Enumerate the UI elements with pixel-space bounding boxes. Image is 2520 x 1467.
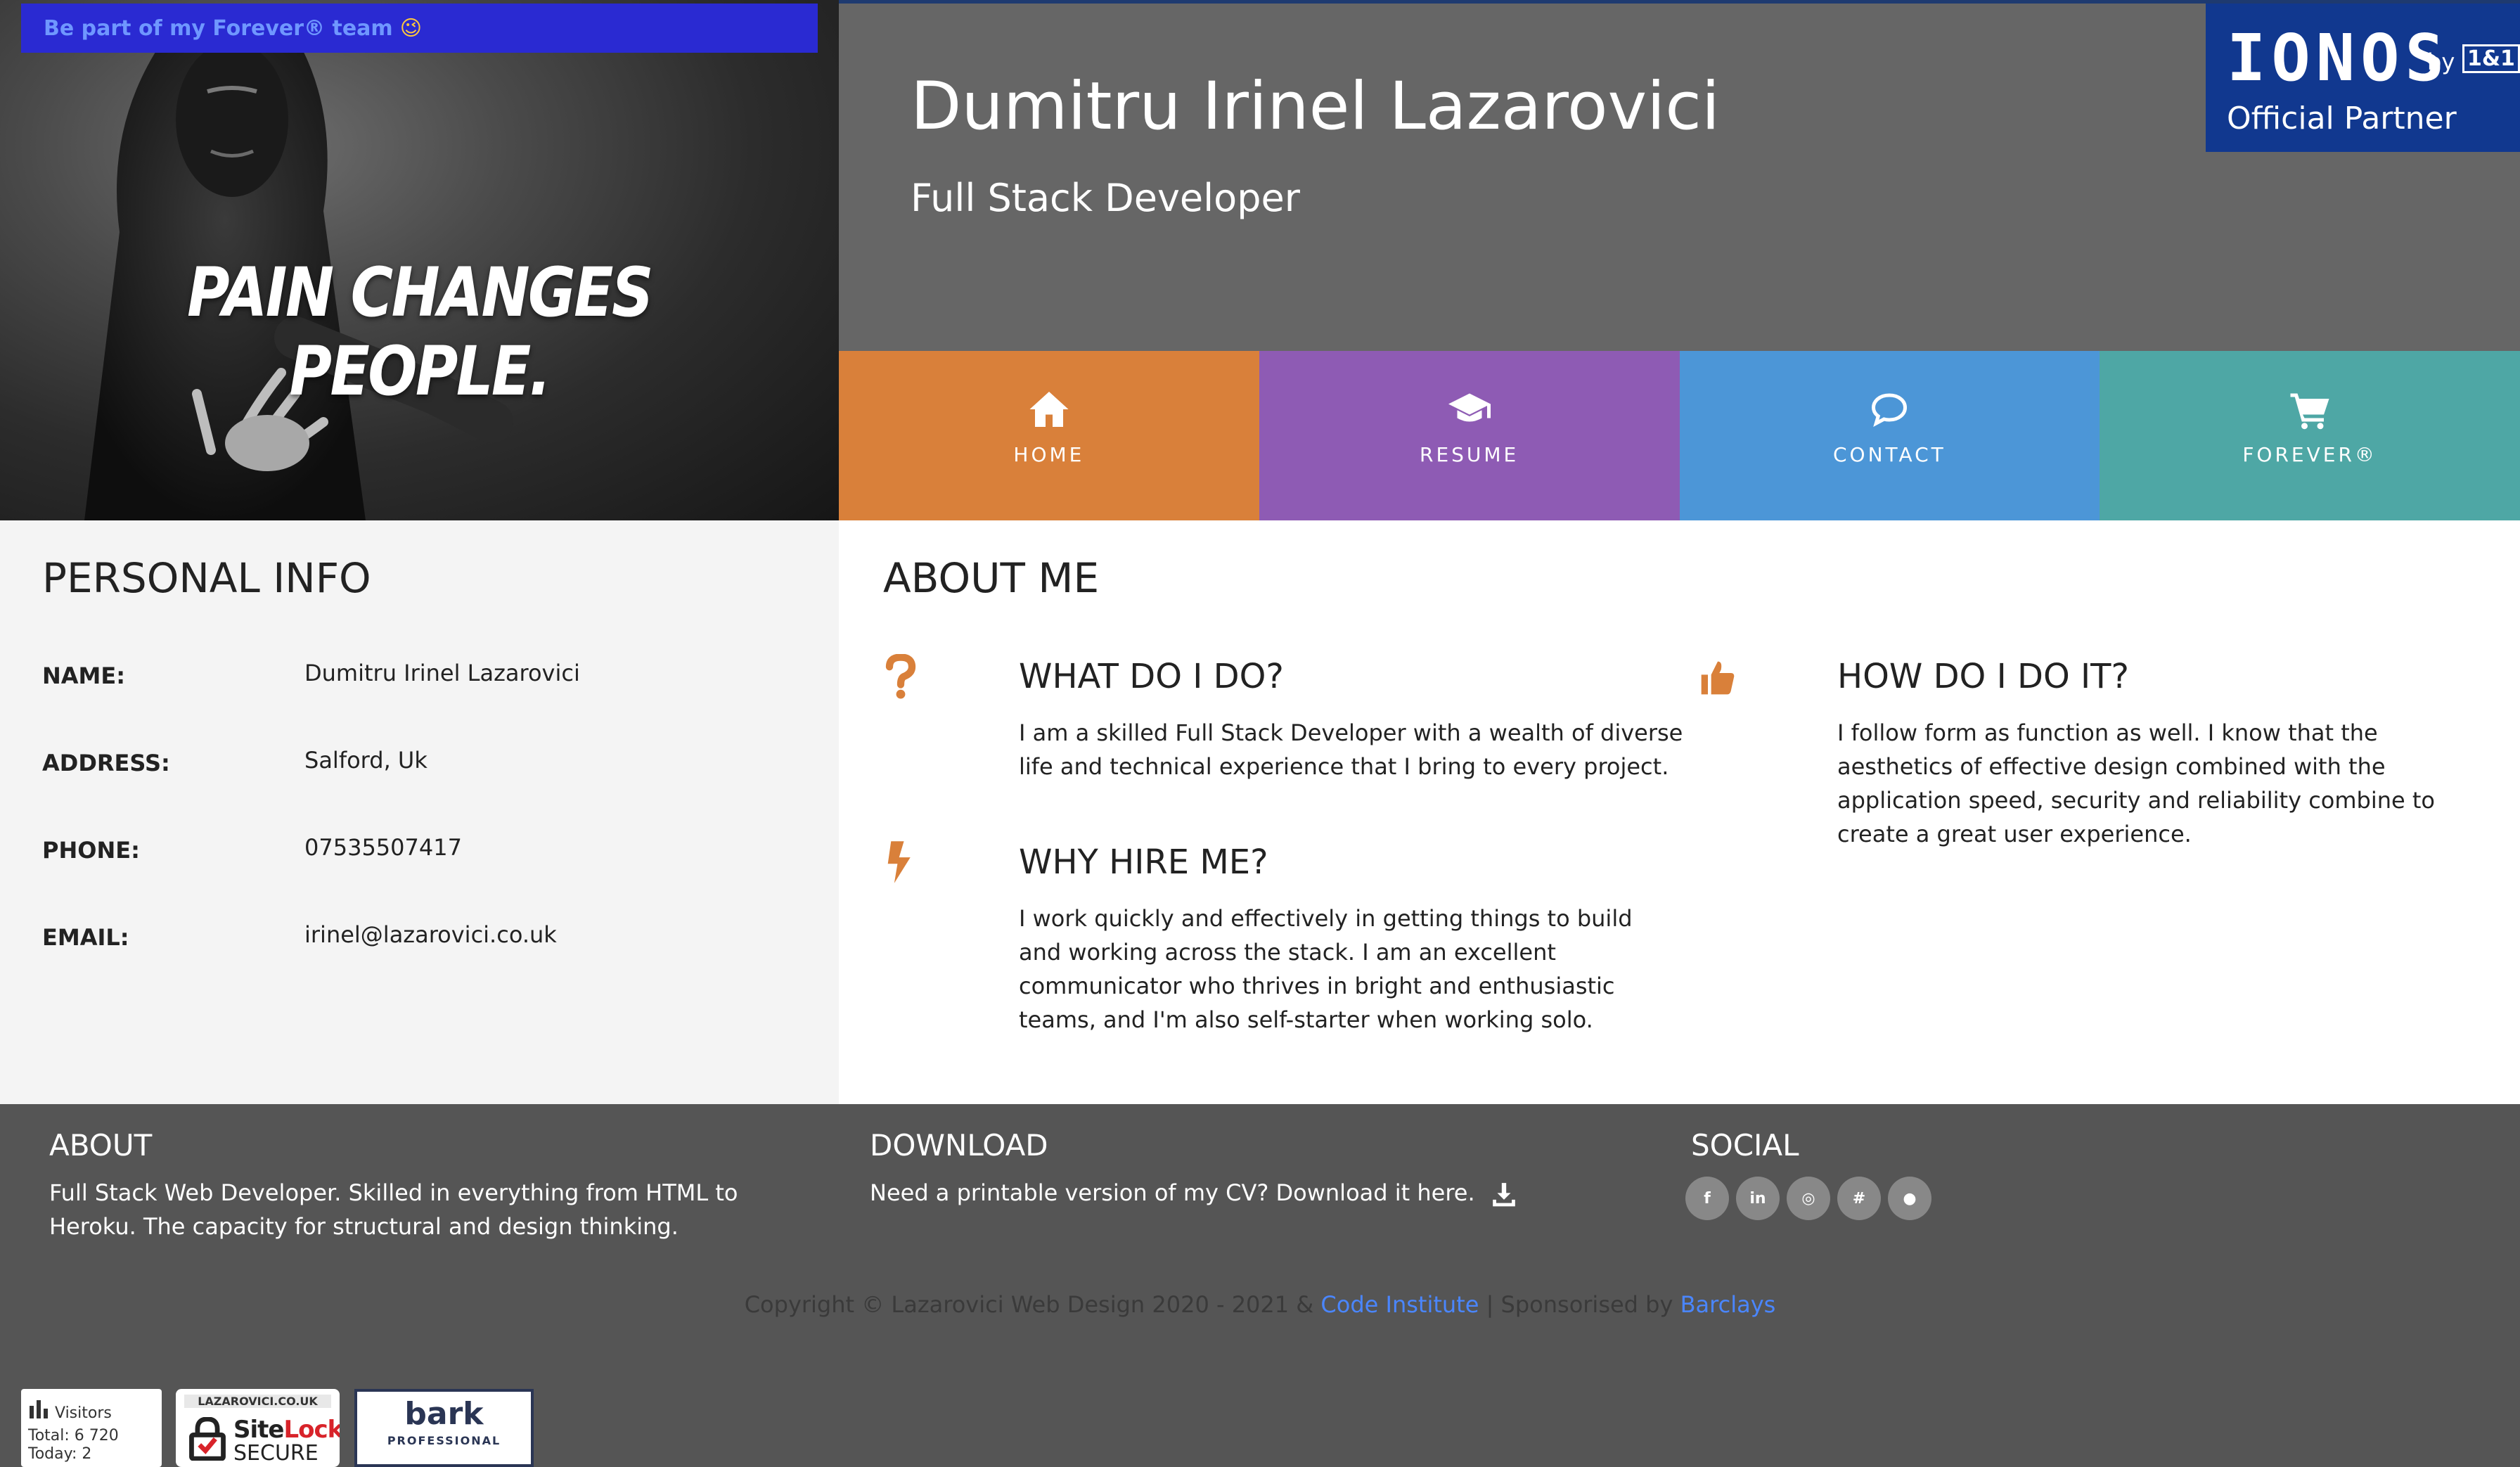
team-link-label: Be part of my Forever® team (44, 15, 393, 41)
about-me-title: ABOUT ME (883, 554, 1100, 602)
bolt-icon (887, 841, 911, 883)
nav-forever-label: FOREVER® (2242, 443, 2377, 466)
home-icon (1029, 392, 1069, 427)
nav-forever[interactable]: FOREVER® (2100, 351, 2520, 520)
info-label-name: NAME: (42, 662, 126, 689)
instagram-icon[interactable]: ◎ (1787, 1177, 1830, 1220)
lock-icon (189, 1417, 226, 1461)
nav-contact-label: CONTACT (1832, 443, 1946, 466)
bark-badge[interactable]: bark PROFESSIONAL (354, 1389, 534, 1467)
feature-title-what: WHAT DO I DO? (1019, 657, 1284, 696)
partner-by: by (2427, 49, 2455, 75)
feature-title-how: HOW DO I DO IT? (1837, 657, 2129, 696)
visitor-counter[interactable]: Visitors Total: 6 720 Today: 2 (21, 1389, 162, 1467)
barclays-link[interactable]: Barclays (1680, 1291, 1776, 1318)
facebook-icon[interactable]: f (1685, 1177, 1729, 1220)
info-value-phone: 07535507417 (304, 834, 462, 861)
nav-resume-label: RESUME (1419, 443, 1519, 466)
hero-slogan: PAIN CHANGES PEOPLE. (187, 253, 653, 411)
nav-home-label: HOME (1013, 443, 1085, 466)
copyright-mid: | Sponsorised by (1486, 1291, 1673, 1318)
linkedin-icon[interactable]: in (1736, 1177, 1780, 1220)
wink-emoji-icon: 😉 (399, 15, 422, 41)
ionos-logo: IONOS (2227, 20, 2450, 96)
info-label-address: ADDRESS: (42, 750, 170, 776)
sitelock-brand: SiteLock (233, 1416, 340, 1444)
download-text: Need a printable version of my CV? Downl… (870, 1179, 1475, 1206)
visitors-title: Visitors (55, 1404, 112, 1422)
visitors-total: Total: 6 720 (28, 1427, 119, 1444)
footer-about-text: Full Stack Web Developer. Skilled in eve… (49, 1179, 738, 1240)
cart-icon (2290, 393, 2329, 430)
feature-title-why: WHY HIRE ME? (1019, 843, 1268, 882)
sitelock-brand-a: Site (233, 1416, 284, 1444)
info-value-name: Dumitru Irinel Lazarovici (304, 660, 580, 686)
download-cv-link[interactable]: Need a printable version of my CV? Downl… (870, 1176, 1517, 1210)
bark-subtitle: PROFESSIONAL (387, 1434, 501, 1447)
sitelock-secure: SECURE (233, 1441, 319, 1466)
sitelock-domain: LAZAROVICI.CO.UK (184, 1395, 331, 1408)
github-icon[interactable]: ● (1888, 1177, 1931, 1220)
nav-contact[interactable]: CONTACT (1679, 351, 2100, 520)
footer-download-title: DOWNLOAD (870, 1128, 1048, 1162)
main-nav: HOME RESUME CONTACT FOREVER® (839, 351, 2520, 520)
bar-chart-icon (30, 1400, 48, 1418)
chat-icon (1872, 393, 1908, 428)
nav-resume[interactable]: RESUME (1259, 351, 1680, 520)
thumbs-up-icon (1701, 661, 1735, 695)
sitelock-brand-b: Lock (283, 1416, 340, 1444)
copyright: Copyright © Lazarovici Web Design 2020 -… (0, 1291, 2520, 1318)
download-icon (1492, 1183, 1515, 1207)
graduation-cap-icon (1448, 393, 1491, 422)
page-title: Dumitru Irinel Lazarovici (911, 68, 1721, 145)
feature-text-how: I follow form as function as well. I kno… (1837, 719, 2435, 847)
code-institute-link[interactable]: Code Institute (1320, 1291, 1479, 1318)
info-value-email: irinel@lazarovici.co.uk (304, 921, 557, 948)
job-title: Full Stack Developer (911, 176, 1300, 220)
copyright-prefix: Copyright © Lazarovici Web Design 2020 -… (744, 1291, 1314, 1318)
nav-home[interactable]: HOME (839, 351, 1259, 520)
personal-info-title: PERSONAL INFO (42, 554, 371, 602)
ionos-partner-badge[interactable]: IONOS by 1&1 Official Partner (2206, 4, 2520, 152)
social-links: f in ◎ # ● (1685, 1177, 1931, 1220)
hero-image: PAIN CHANGES PEOPLE. Be part of my Forev… (0, 0, 839, 520)
slack-icon[interactable]: # (1837, 1177, 1881, 1220)
partner-1and1-logo: 1&1 (2462, 44, 2520, 73)
personal-info-section: PERSONAL INFO NAME: Dumitru Irinel Lazar… (0, 520, 839, 1104)
feature-text-why: I work quickly and effectively in gettin… (1019, 905, 1633, 1033)
about-me-section: ABOUT ME WHAT DO I DO? I am a skilled Fu… (839, 520, 2520, 1104)
footer-social-title: SOCIAL (1691, 1128, 1799, 1162)
bark-logo: bark (404, 1396, 484, 1432)
feature-text-what: I am a skilled Full Stack Developer with… (1019, 719, 1683, 780)
forever-team-link[interactable]: Be part of my Forever® team 😉 (21, 4, 818, 53)
question-icon (885, 654, 916, 699)
visitors-today: Today: 2 (28, 1445, 92, 1463)
footer-about-title: ABOUT (49, 1128, 153, 1162)
info-label-email: EMAIL: (42, 924, 129, 951)
info-label-phone: PHONE: (42, 837, 140, 864)
partner-subtitle: Official Partner (2227, 101, 2457, 136)
info-value-address: Salford, Uk (304, 747, 428, 774)
sitelock-badge[interactable]: LAZAROVICI.CO.UK SiteLock SECURE (176, 1389, 340, 1467)
